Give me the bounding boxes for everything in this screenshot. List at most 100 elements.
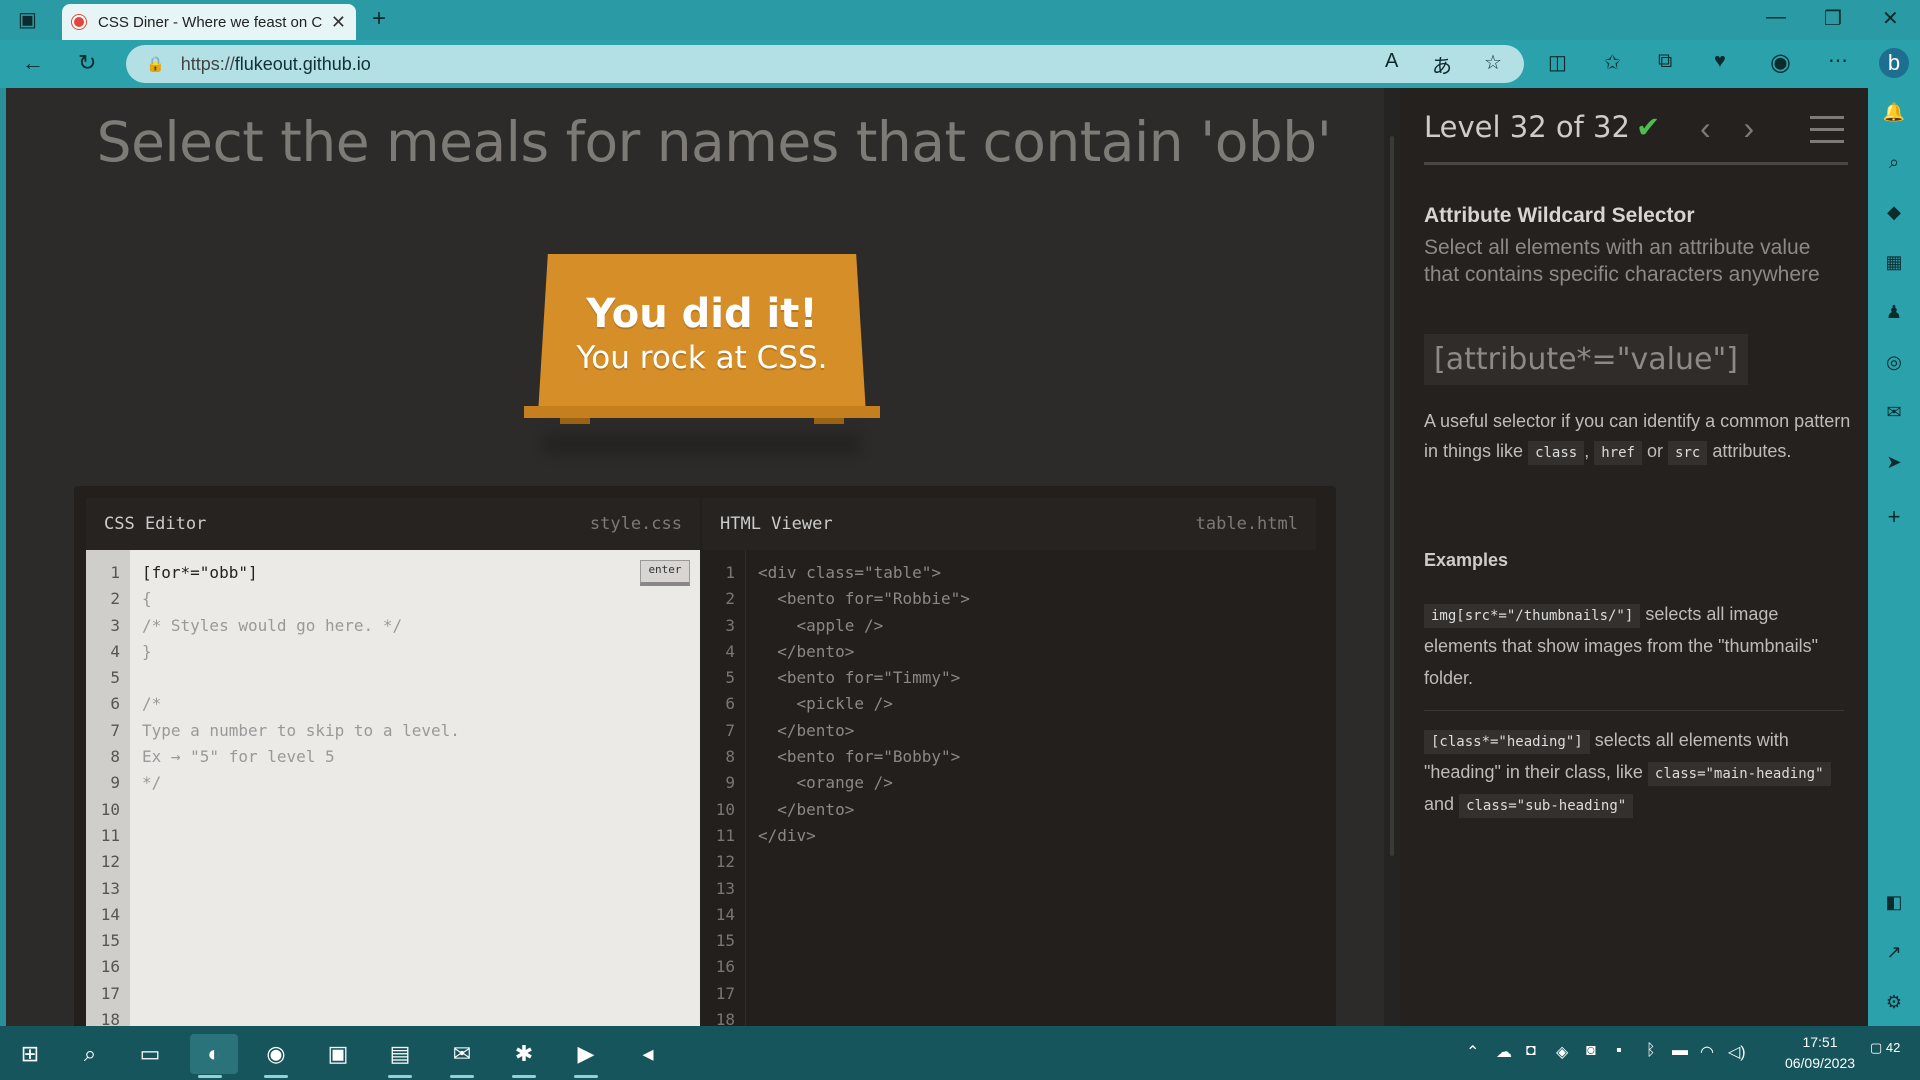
outlook-icon[interactable]: ✉ [1882,402,1906,426]
store-app-icon[interactable]: ▣ [318,1034,358,1074]
page-scrollbar[interactable] [1384,88,1400,1026]
favicon-icon [72,15,86,29]
hint-comma: , [1584,441,1590,461]
favorite-star-icon[interactable]: ☆ [1484,50,1502,75]
tab-title: CSS Diner - Where we feast on C [98,13,323,31]
add-app-icon[interactable]: + [1882,504,1906,529]
example-code: class="sub-heading" [1459,794,1634,818]
camera-icon[interactable]: ◘ [1526,1042,1536,1060]
example-code: img[src*="/thumbnails/"] [1424,604,1641,628]
translate-icon[interactable]: あ [1432,50,1452,79]
browser-tab[interactable]: CSS Diner - Where we feast on C ✕ [62,4,356,40]
level-menu-icon[interactable] [1810,116,1844,152]
vscode-app-icon[interactable]: ◂ [628,1034,668,1074]
new-tab-icon[interactable]: + [372,5,386,33]
security-icon[interactable]: ◈ [1556,1042,1568,1062]
tools-icon[interactable]: ▦ [1882,252,1906,276]
table-shadow [544,434,860,454]
hint-text-end: attributes. [1712,441,1792,461]
css-editor-title: CSS Editor [104,514,207,534]
drop-icon[interactable]: ➤ [1882,452,1906,476]
css-file-name: style.css [589,514,682,534]
lock-icon: 🔒 [146,56,165,73]
css-line-numbers: 1 2 3 4 5 6 7 8 9 10 11 12 13 14 15 16 1… [86,550,130,1026]
enter-button[interactable]: enter [640,560,690,586]
task-view-icon[interactable]: ▭ [130,1034,170,1074]
volume-icon[interactable]: ◁) [1728,1042,1746,1062]
close-tab-icon[interactable]: ✕ [331,12,346,33]
html-markup[interactable]: <div class="table"> <bento for="Robbie">… [746,550,1316,1026]
html-file-name: table.html [1195,514,1298,534]
win-message: You did it! You rock at CSS. [538,290,866,378]
collections-icon[interactable]: ⧉ [1658,50,1672,73]
tab-actions-icon[interactable]: ▣ [18,7,37,32]
html-viewer-header: HTML Viewer table.html [702,498,1316,550]
html-viewer-title: HTML Viewer [720,514,833,534]
level-label: Level 32 of 32 [1424,110,1630,144]
tray-overflow-icon[interactable]: ⌃ [1466,1042,1479,1062]
css-selector-input[interactable]: [for*="obb"] [142,560,700,586]
chrome-app-icon[interactable]: ◉ [256,1034,296,1078]
shopping-icon[interactable]: ◆ [1882,202,1906,226]
games-icon[interactable]: ♟ [1882,302,1906,326]
profile-avatar-icon[interactable]: ◉ [1770,48,1791,77]
gpu-icon[interactable]: ▪ [1616,1042,1622,1060]
clock-date: 06/09/2023 [1784,1055,1856,1071]
media-app-icon[interactable]: ▶ [566,1034,606,1078]
minimize-icon[interactable]: — [1766,6,1786,29]
more-menu-icon[interactable]: ⋯ [1828,48,1848,73]
game-area: Select the meals for names that contain … [6,88,1384,1026]
settings-gear-icon[interactable]: ⚙ [1882,992,1906,1016]
back-icon[interactable]: ← [22,50,44,76]
notifications-icon[interactable]: 🔔 [1882,102,1906,126]
file-explorer-icon[interactable]: ▤ [380,1034,420,1078]
copilot-icon[interactable]: b [1879,48,1909,78]
shield-icon[interactable]: ◙ [1586,1042,1596,1060]
battery-icon[interactable]: ▬ [1672,1042,1688,1060]
close-window-icon[interactable]: ✕ [1882,6,1899,31]
level-instruction: Select the meals for names that contain … [96,110,1332,174]
split-screen-icon[interactable]: ◫ [1548,50,1567,75]
dining-table: You did it! You rock at CSS. [524,248,880,454]
external-open-icon[interactable]: ↗ [1882,942,1906,966]
taskbar-search-icon[interactable]: ⌕ [70,1034,110,1074]
selector-syntax: [attribute*="value"] [1424,334,1748,385]
example-divider [1424,710,1844,711]
start-windows-icon[interactable]: ⊞ [10,1034,50,1074]
cloud-icon[interactable]: ☁ [1496,1042,1512,1062]
scrollbar-thumb[interactable] [1390,136,1394,856]
performance-icon[interactable]: ♥ [1714,50,1726,73]
css-editor: CSS Editor style.css 1 2 3 4 5 6 7 8 9 1… [86,498,700,1026]
microsoft-365-icon[interactable]: ◎ [1882,352,1906,376]
clock-time: 17:51 [1802,1034,1838,1050]
previous-level-icon[interactable]: ‹ [1700,110,1711,146]
hint-keyword: src [1668,441,1708,465]
address-bar[interactable]: 🔒 https://flukeout.github.io [126,45,1524,83]
read-aloud-icon[interactable]: A [1385,50,1398,73]
bluetooth-icon[interactable]: ᛒ [1646,1042,1656,1060]
edge-app-icon[interactable]: ◐ [190,1034,238,1078]
notification-center-icon[interactable]: ▢ 42 [1870,1040,1900,1056]
selector-hint: A useful selector if you can identify a … [1424,406,1854,466]
slack-app-icon[interactable]: ✱ [504,1034,544,1078]
table-leg [560,418,590,424]
hide-sidebar-icon[interactable]: ◧ [1882,892,1906,916]
restore-icon[interactable]: ❐ [1824,6,1842,31]
favorites-icon[interactable]: ✩ [1604,50,1621,75]
system-clock[interactable]: 17:51 06/09/2023 [1780,1032,1860,1074]
search-icon[interactable]: ⌕ [1882,152,1906,176]
html-viewer: HTML Viewer table.html 1 2 3 4 5 6 7 8 9… [702,498,1316,1026]
css-editor-header: CSS Editor style.css [86,498,700,550]
level-progress-bar [1424,162,1848,165]
mail-app-icon[interactable]: ✉ [442,1034,482,1078]
windows-taskbar: ⊞ ⌕ ▭ ◐ ◉ ▣ ▤ ✉ ✱ ▶ ◂ ⌃ ☁ ◘ ◈ ◙ ▪ ᛒ ▬ ◠ … [0,1026,1920,1080]
example-and: and [1424,794,1455,814]
edge-sidebar: b 🔔 ⌕ ◆ ▦ ♟ ◎ ✉ ➤ + ◧ ↗ ⚙ [1868,40,1920,1026]
wifi-icon[interactable]: ◠ [1700,1042,1714,1062]
table-leg [814,418,844,424]
url-protocol: https:// [180,53,235,74]
refresh-icon[interactable]: ↻ [78,50,96,76]
next-level-icon[interactable]: › [1744,110,1755,146]
css-editor-body[interactable]: [for*="obb"] { /* Styles would go here. *… [130,550,700,1026]
hint-keyword: class [1528,441,1585,465]
